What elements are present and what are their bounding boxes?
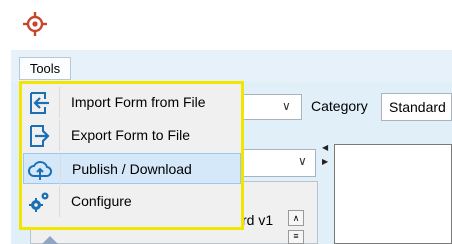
chevron-down-icon[interactable]: ∨ [282, 99, 291, 113]
preview-pane [334, 144, 452, 244]
chevron-down-icon[interactable]: ∨ [298, 154, 307, 168]
collapse-left-icon[interactable]: ◀ [322, 143, 328, 152]
title-bar [11, 8, 452, 50]
form-select[interactable] [240, 94, 302, 120]
category-label: Category [311, 98, 368, 114]
form-row-icon [42, 236, 58, 244]
scroll-up-button[interactable]: ∧ [288, 210, 304, 226]
category-value: Standard [389, 99, 446, 115]
scrollbar-thumb[interactable]: ≡ [288, 230, 304, 244]
crosshair-logo-icon [23, 12, 47, 36]
menu-bar [11, 50, 452, 82]
highlight-frame [19, 81, 244, 230]
menu-tools[interactable]: Tools [19, 57, 71, 80]
collapse-right-icon[interactable]: ▶ [322, 157, 328, 166]
list-item[interactable]: rd v1 [242, 212, 273, 228]
